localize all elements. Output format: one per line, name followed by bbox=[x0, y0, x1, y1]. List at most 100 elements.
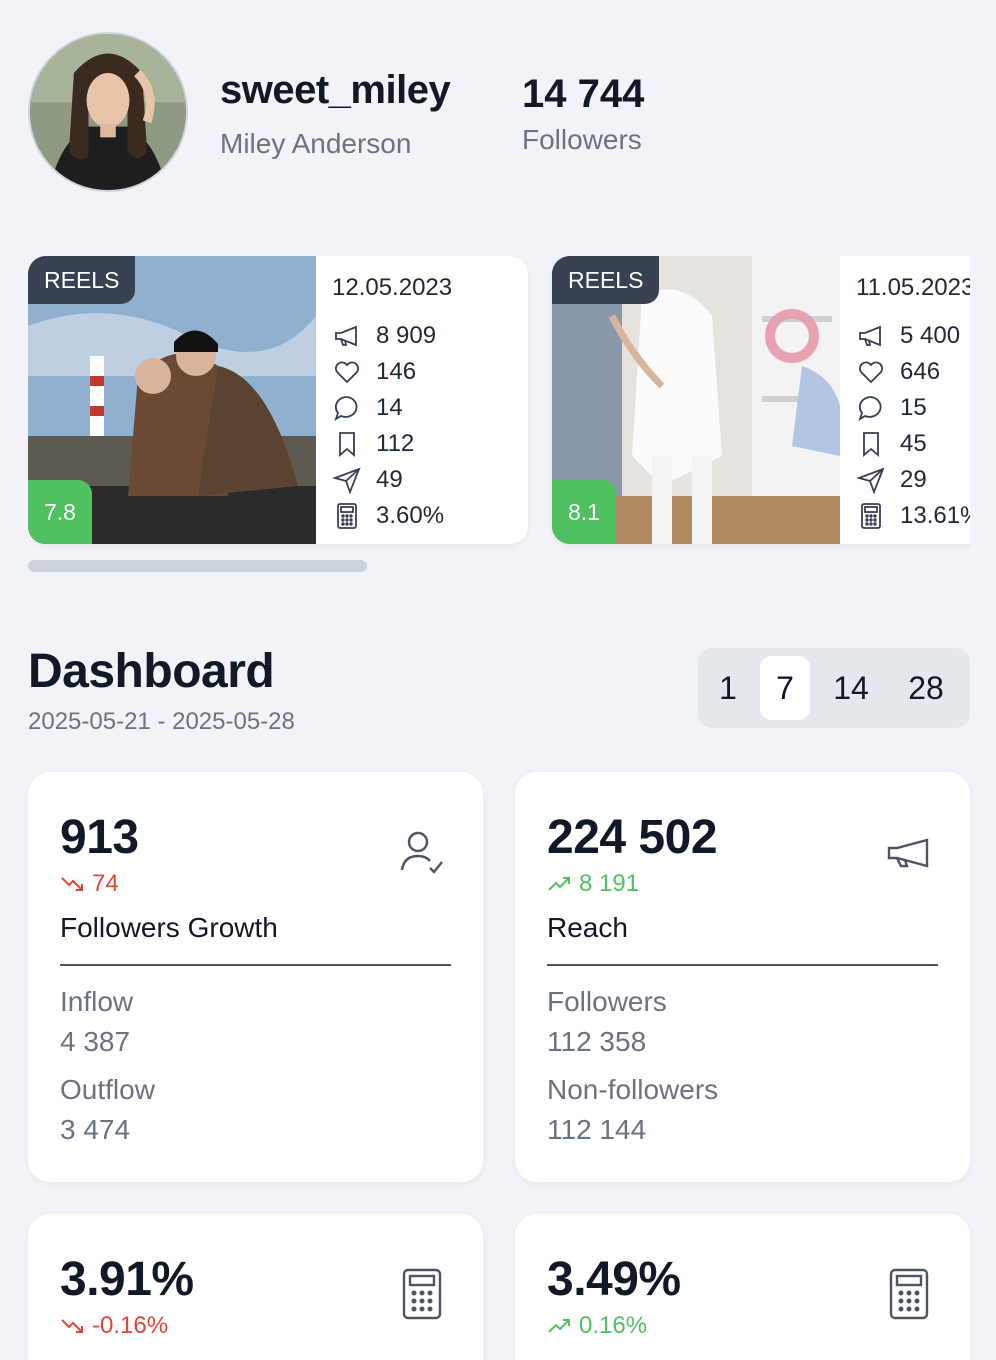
reel-score-badge: 7.8 bbox=[28, 480, 92, 544]
reel-saves-row: 112 bbox=[332, 426, 528, 462]
metric-delta: 0.16% bbox=[547, 1312, 647, 1340]
metric-delta-value: -0.16% bbox=[92, 1312, 169, 1339]
reel-likes-row: 146 bbox=[332, 354, 528, 390]
sub-metric-label: Inflow bbox=[60, 986, 134, 1017]
reel-reach-row: 8 909 bbox=[332, 318, 528, 354]
reel-comments-row: 15 bbox=[856, 390, 970, 426]
reels-carousel[interactable]: REELS 7.8 12.05.2023 8 909 146 14 112 49… bbox=[28, 256, 970, 572]
avatar[interactable] bbox=[28, 32, 188, 192]
comment-icon bbox=[332, 393, 362, 423]
metric-delta-value: 74 bbox=[92, 870, 119, 897]
reel-likes-value: 646 bbox=[900, 358, 941, 385]
megaphone-icon bbox=[856, 321, 886, 351]
reel-thumbnail[interactable]: REELS 8.1 bbox=[552, 256, 840, 544]
reel-shares-value: 49 bbox=[376, 466, 403, 493]
metric-delta: -0.16% bbox=[60, 1312, 168, 1340]
sub-metric-label: Non-followers bbox=[547, 1074, 719, 1105]
sub-metric-value: 3 474 bbox=[60, 1114, 131, 1145]
reel-stats: 12.05.2023 8 909 146 14 112 49 3.60% bbox=[332, 272, 528, 534]
full-name: Miley Anderson bbox=[220, 128, 412, 159]
trend-up-icon bbox=[548, 1319, 570, 1333]
reel-date: 12.05.2023 bbox=[332, 274, 453, 301]
reel-likes-row: 646 bbox=[856, 354, 970, 390]
divider bbox=[547, 964, 938, 966]
megaphone-icon bbox=[881, 824, 937, 880]
calculator-icon bbox=[394, 1266, 450, 1322]
send-icon bbox=[856, 465, 886, 495]
reel-reach-value: 8 909 bbox=[376, 322, 437, 349]
reel-type-badge: REELS bbox=[28, 256, 136, 304]
reel-date: 11.05.2023 bbox=[856, 274, 970, 301]
reel-shares-row: 49 bbox=[332, 462, 528, 498]
reel-engagement-row: 13.61% bbox=[856, 498, 970, 534]
metric-label: Reach bbox=[547, 912, 628, 943]
reel-engagement-row: 3.60% bbox=[332, 498, 528, 534]
sub-metric-label: Outflow bbox=[60, 1074, 155, 1105]
rate-card[interactable]: 3.91% -0.16% bbox=[28, 1214, 483, 1360]
metric-delta-value: 0.16% bbox=[579, 1312, 648, 1339]
reel-reach-row: 5 400 bbox=[856, 318, 970, 354]
followers-growth-card[interactable]: 913 74 Followers Growth Inflow 4 387 Out… bbox=[28, 772, 483, 1182]
bookmark-icon bbox=[332, 429, 362, 459]
metric-delta: 74 bbox=[60, 870, 119, 898]
trend-up-icon bbox=[548, 877, 570, 891]
reel-comments-value: 14 bbox=[376, 394, 403, 421]
comment-icon bbox=[856, 393, 886, 423]
carousel-scrollbar-thumb[interactable] bbox=[28, 560, 367, 572]
profile-header: sweet_miley Miley Anderson 14 744 Follow… bbox=[28, 32, 968, 192]
reel-saves-value: 112 bbox=[376, 430, 415, 457]
sub-metric-label: Followers bbox=[547, 986, 667, 1017]
reel-engagement-value: 3.60% bbox=[376, 502, 445, 529]
reel-engagement-value: 13.61% bbox=[900, 502, 970, 529]
reel-stats: 11.05.2023 5 400 646 15 45 29 13.61 bbox=[856, 272, 970, 534]
sub-metric-value: 4 387 bbox=[60, 1026, 131, 1057]
megaphone-icon bbox=[332, 321, 362, 351]
reel-card[interactable]: REELS 8.1 11.05.2023 5 400 646 15 45 29 … bbox=[552, 256, 970, 544]
bookmark-icon bbox=[856, 429, 886, 459]
metric-value: 913 bbox=[60, 811, 139, 864]
followers-count: 14 744 bbox=[522, 72, 645, 116]
date-range: 2025-05-21 - 2025-05-28 bbox=[28, 708, 295, 735]
reel-card[interactable]: REELS 7.8 12.05.2023 8 909 146 14 112 49… bbox=[28, 256, 528, 544]
reel-likes-value: 146 bbox=[376, 358, 417, 385]
reel-saves-row: 45 bbox=[856, 426, 970, 462]
rate-card[interactable]: 3.49% 0.16% bbox=[515, 1214, 970, 1360]
metric-value: 3.49% bbox=[547, 1253, 681, 1306]
metric-value: 224 502 bbox=[547, 811, 718, 864]
heart-icon bbox=[856, 357, 886, 387]
period-button-7[interactable]: 7 bbox=[760, 656, 810, 720]
dashboard-title: Dashboard bbox=[28, 645, 275, 698]
divider bbox=[60, 964, 451, 966]
period-button-1[interactable]: 1 bbox=[708, 656, 748, 720]
sub-metric-value: 112 358 bbox=[547, 1026, 647, 1057]
reel-shares-value: 29 bbox=[900, 466, 927, 493]
metric-delta: 8 191 bbox=[547, 870, 639, 898]
reel-shares-row: 29 bbox=[856, 462, 970, 498]
period-button-28[interactable]: 28 bbox=[894, 656, 958, 720]
reel-comments-value: 15 bbox=[900, 394, 927, 421]
metric-value: 3.91% bbox=[60, 1253, 194, 1306]
sub-metric-value: 112 144 bbox=[547, 1114, 647, 1145]
reel-score-badge: 8.1 bbox=[552, 480, 616, 544]
period-button-14[interactable]: 14 bbox=[822, 656, 880, 720]
reel-comments-row: 14 bbox=[332, 390, 528, 426]
reel-type-badge: REELS bbox=[552, 256, 660, 304]
user-check-icon bbox=[394, 824, 450, 880]
send-icon bbox=[332, 465, 362, 495]
reel-thumbnail[interactable]: REELS 7.8 bbox=[28, 256, 316, 544]
trend-down-icon bbox=[61, 877, 83, 891]
calculator-icon bbox=[856, 501, 886, 531]
trend-down-icon bbox=[61, 1319, 83, 1333]
metric-label: Followers Growth bbox=[60, 912, 278, 943]
period-switch: 1 7 14 28 bbox=[698, 648, 970, 728]
calculator-icon bbox=[332, 501, 362, 531]
heart-icon bbox=[332, 357, 362, 387]
metric-delta-value: 8 191 bbox=[579, 870, 640, 897]
reel-reach-value: 5 400 bbox=[900, 322, 961, 349]
calculator-icon bbox=[881, 1266, 937, 1322]
reel-saves-value: 45 bbox=[900, 430, 927, 457]
followers-label: Followers bbox=[522, 124, 642, 155]
carousel-scrollbar[interactable] bbox=[28, 560, 970, 572]
username: sweet_miley bbox=[220, 68, 451, 112]
reach-card[interactable]: 224 502 8 191 Reach Followers 112 358 No… bbox=[515, 772, 970, 1182]
